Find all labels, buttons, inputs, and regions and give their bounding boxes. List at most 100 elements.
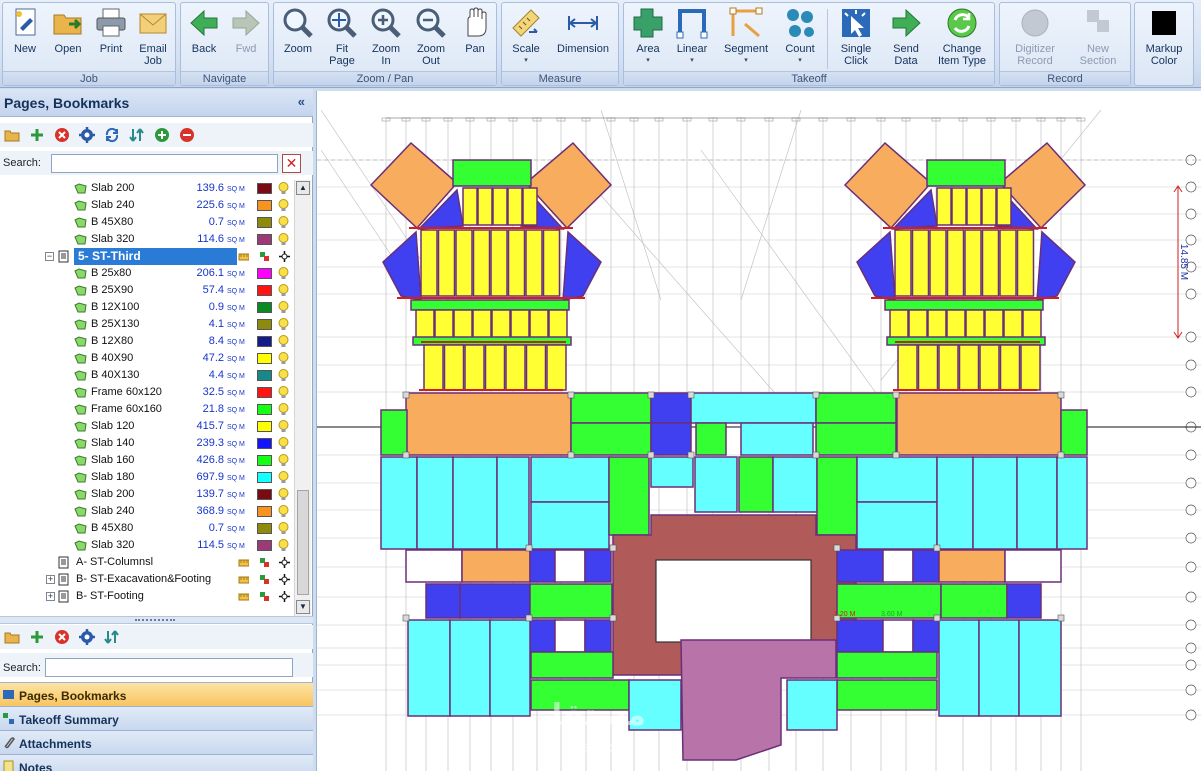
- lightbulb-icon[interactable]: [278, 386, 289, 399]
- folder-icon[interactable]: [4, 629, 20, 645]
- item-color-swatch[interactable]: [257, 489, 272, 500]
- item-color-swatch[interactable]: [257, 353, 272, 364]
- lightbulb-icon[interactable]: [278, 335, 289, 348]
- zoom-out-button[interactable]: Zoom Out: [411, 6, 451, 72]
- collapse-panel-icon[interactable]: «: [298, 94, 305, 109]
- tree-item-row[interactable]: Slab 140 239.3 SQ M: [0, 435, 294, 452]
- item-color-swatch[interactable]: [257, 387, 272, 398]
- lightbulb-icon[interactable]: [278, 182, 289, 195]
- nav-attachments[interactable]: Attachments: [0, 730, 313, 754]
- digitizer-record-button[interactable]: Digitizer Record: [1004, 6, 1066, 72]
- lightbulb-icon[interactable]: [278, 199, 289, 212]
- pages-search-input[interactable]: [51, 154, 278, 173]
- lightbulb-icon[interactable]: [278, 216, 289, 229]
- tree-group-row[interactable]: A- ST-Columnsl: [0, 554, 294, 571]
- lightbulb-icon[interactable]: [278, 522, 289, 535]
- item-color-swatch[interactable]: [257, 285, 272, 296]
- ruler-icon[interactable]: [238, 574, 249, 585]
- expand-toggle-icon[interactable]: +: [46, 592, 55, 601]
- item-color-swatch[interactable]: [257, 455, 272, 466]
- layer-icon[interactable]: [259, 251, 270, 262]
- ruler-icon[interactable]: [238, 591, 249, 602]
- tree-item-row[interactable]: Slab 200 139.7 SQ M: [0, 486, 294, 503]
- tree-item-row[interactable]: B 25X130 4.1 SQ M: [0, 316, 294, 333]
- scale-button[interactable]: Scale ▾: [506, 6, 546, 72]
- move-icon[interactable]: [279, 591, 290, 602]
- clear-search-button[interactable]: ✕: [282, 154, 301, 173]
- tree-item-row[interactable]: B 25X90 57.4 SQ M: [0, 282, 294, 299]
- pan-button[interactable]: Pan: [456, 6, 494, 72]
- single-click-button[interactable]: Single Click: [833, 6, 879, 72]
- add-icon[interactable]: [29, 127, 45, 143]
- scroll-up-icon[interactable]: ▲: [296, 181, 310, 195]
- scroll-down-icon[interactable]: ▼: [296, 600, 310, 614]
- lightbulb-icon[interactable]: [278, 267, 289, 280]
- tree-group-row[interactable]: + B- ST-Exacavation&Footing: [0, 571, 294, 588]
- item-color-swatch[interactable]: [257, 472, 272, 483]
- item-color-swatch[interactable]: [257, 217, 272, 228]
- area-button[interactable]: Area ▾: [628, 6, 668, 72]
- lightbulb-icon[interactable]: [278, 284, 289, 297]
- tree-item-row[interactable]: Slab 240 368.9 SQ M: [0, 503, 294, 520]
- layer-icon[interactable]: [259, 574, 270, 585]
- ruler-icon[interactable]: [238, 557, 249, 568]
- lightbulb-icon[interactable]: [278, 369, 289, 382]
- move-icon[interactable]: [279, 251, 290, 262]
- lightbulb-icon[interactable]: [278, 437, 289, 450]
- tree-item-row[interactable]: B 40X90 47.2 SQ M: [0, 350, 294, 367]
- tree-item-row[interactable]: Slab 320 114.5 SQ M: [0, 537, 294, 554]
- tree-item-row[interactable]: Slab 200 139.6 SQ M: [0, 180, 294, 197]
- lightbulb-icon[interactable]: [278, 318, 289, 331]
- item-color-swatch[interactable]: [257, 404, 272, 415]
- floor-plan-drawing[interactable]: 14.85 M 1.20 M 3.60 M مستقل mostaql.com: [317, 91, 1201, 771]
- scroll-thumb[interactable]: [297, 490, 309, 595]
- tree-group-row[interactable]: − 5- ST-Third: [0, 248, 294, 265]
- lightbulb-icon[interactable]: [278, 233, 289, 246]
- forward-button[interactable]: Fwd: [227, 6, 265, 72]
- expand-toggle-icon[interactable]: −: [45, 252, 54, 261]
- lightbulb-icon[interactable]: [278, 403, 289, 416]
- zoom-in-button[interactable]: Zoom In: [367, 6, 405, 72]
- tree-item-row[interactable]: Slab 180 697.9 SQ M: [0, 469, 294, 486]
- lower-search-input[interactable]: [45, 658, 293, 677]
- sort-icon[interactable]: [129, 127, 145, 143]
- item-color-swatch[interactable]: [257, 200, 272, 211]
- lightbulb-icon[interactable]: [278, 539, 289, 552]
- item-color-swatch[interactable]: [257, 421, 272, 432]
- nav-notes[interactable]: Notes: [0, 754, 313, 771]
- expand-toggle-icon[interactable]: +: [46, 575, 55, 584]
- item-color-swatch[interactable]: [257, 506, 272, 517]
- item-color-swatch[interactable]: [257, 523, 272, 534]
- zoom-button[interactable]: Zoom: [279, 6, 317, 72]
- move-icon[interactable]: [279, 574, 290, 585]
- item-color-swatch[interactable]: [257, 336, 272, 347]
- sort-icon[interactable]: [104, 629, 120, 645]
- open-button[interactable]: Open: [49, 6, 87, 72]
- back-button[interactable]: Back: [185, 6, 223, 72]
- item-color-swatch[interactable]: [257, 540, 272, 551]
- gear-icon[interactable]: [79, 629, 95, 645]
- change-item-type-button[interactable]: Change Item Type: [932, 6, 992, 72]
- item-color-swatch[interactable]: [257, 370, 272, 381]
- nav-pages-bookmarks[interactable]: Pages, Bookmarks: [0, 682, 313, 706]
- nav-takeoff-summary[interactable]: Takeoff Summary: [0, 706, 313, 730]
- new-section-button[interactable]: New Section: [1068, 6, 1128, 72]
- drawing-canvas[interactable]: 14.85 M 1.20 M 3.60 M مستقل mostaql.com: [316, 91, 1201, 771]
- dimension-button[interactable]: Dimension: [552, 6, 614, 72]
- tree-item-row[interactable]: B 40X130 4.4 SQ M: [0, 367, 294, 384]
- item-color-swatch[interactable]: [257, 302, 272, 313]
- layer-icon[interactable]: [259, 557, 270, 568]
- markup-color-button[interactable]: Markup Color: [1137, 6, 1191, 72]
- send-data-button[interactable]: Send Data: [886, 6, 926, 72]
- item-color-swatch[interactable]: [257, 438, 272, 449]
- panel-splitter[interactable]: [0, 616, 313, 624]
- fit-page-button[interactable]: Fit Page: [323, 6, 361, 72]
- refresh-icon[interactable]: [104, 127, 120, 143]
- item-color-swatch[interactable]: [257, 268, 272, 279]
- tree-scrollbar[interactable]: ▲ ▼: [294, 180, 311, 616]
- tree-item-row[interactable]: Slab 320 114.6 SQ M: [0, 231, 294, 248]
- delete-icon[interactable]: [54, 629, 70, 645]
- linear-button[interactable]: Linear ▾: [672, 6, 712, 72]
- lightbulb-icon[interactable]: [278, 505, 289, 518]
- tree-item-row[interactable]: Slab 240 225.6 SQ M: [0, 197, 294, 214]
